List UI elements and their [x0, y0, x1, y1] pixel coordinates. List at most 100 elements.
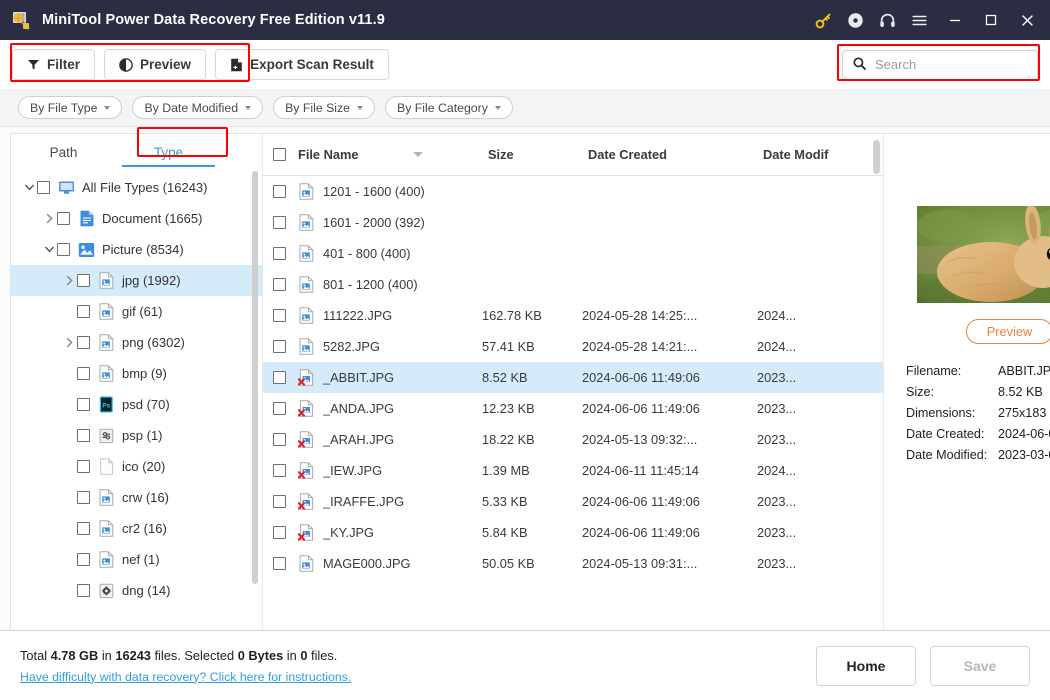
- tree-node-label: cr2 (16): [122, 521, 167, 536]
- tree-node-checkbox[interactable]: [77, 460, 90, 473]
- column-date-created[interactable]: Date Created: [588, 147, 763, 162]
- chevron-down-icon: [245, 105, 252, 110]
- tree-node-picture[interactable]: Picture (8534): [11, 234, 262, 265]
- row-checkbox[interactable]: [273, 464, 286, 477]
- row-checkbox[interactable]: [273, 557, 286, 570]
- psp-file-icon: [98, 427, 115, 444]
- column-date-modified[interactable]: Date Modif: [763, 147, 883, 162]
- filter-button-label: Filter: [47, 57, 81, 72]
- select-all-checkbox[interactable]: [273, 148, 286, 161]
- tab-path[interactable]: Path: [11, 145, 116, 167]
- hamburger-menu-icon[interactable]: [904, 5, 934, 35]
- tree-node-psp[interactable]: psp (1): [11, 420, 262, 451]
- tree-node-bmp[interactable]: bmp (9): [11, 358, 262, 389]
- preview-button[interactable]: Preview: [104, 49, 207, 80]
- table-row[interactable]: 1201 - 1600 (400): [263, 176, 883, 207]
- tree-node-jpg[interactable]: jpg (1992): [11, 265, 262, 296]
- table-row[interactable]: _KY.JPG 5.84 KB 2024-06-06 11:49:06 2023...: [263, 517, 883, 548]
- home-button[interactable]: Home: [816, 645, 916, 686]
- table-row[interactable]: 5282.JPG 57.41 KB 2024-05-28 14:21:... 2024…: [263, 331, 883, 362]
- row-checkbox[interactable]: [273, 402, 286, 415]
- row-checkbox[interactable]: [273, 340, 286, 353]
- tree-node-checkbox[interactable]: [77, 429, 90, 442]
- cell-date-created: 2024-05-28 14:21:...: [582, 339, 698, 354]
- table-row[interactable]: _ARAH.JPG 18.22 KB 2024-05-13 09:32:... 202…: [263, 424, 883, 455]
- tree-scrollbar[interactable]: [252, 171, 258, 584]
- preview-action-button[interactable]: Preview: [965, 319, 1050, 344]
- maximize-button[interactable]: [976, 5, 1006, 35]
- file-list-rows[interactable]: 1201 - 1600 (400) 1601 - 2000 (392) 401 - …: [263, 176, 883, 630]
- export-scan-result-button[interactable]: Export Scan Result: [215, 49, 389, 80]
- table-row[interactable]: _ANDA.JPG 12.23 KB 2024-06-06 11:49:06 2023…: [263, 393, 883, 424]
- disc-icon[interactable]: [840, 5, 870, 35]
- cell-date-created: 2024-06-06 11:49:06: [582, 401, 700, 416]
- row-checkbox[interactable]: [273, 371, 286, 384]
- tree-node-crw[interactable]: crw (16): [11, 482, 262, 513]
- chevron-down-icon[interactable]: [21, 182, 37, 193]
- tree-node-checkbox[interactable]: [77, 491, 90, 504]
- tree-node-checkbox[interactable]: [77, 553, 90, 566]
- tree-node-psd[interactable]: Ps psd (70): [11, 389, 262, 420]
- file-list-scrollbar[interactable]: [873, 140, 880, 174]
- headphone-icon[interactable]: [872, 5, 902, 35]
- row-checkbox[interactable]: [273, 526, 286, 539]
- row-checkbox[interactable]: [273, 495, 286, 508]
- tree-node-gif[interactable]: gif (61): [11, 296, 262, 327]
- tree-node-checkbox[interactable]: [77, 522, 90, 535]
- row-checkbox[interactable]: [273, 216, 286, 229]
- row-checkbox[interactable]: [273, 185, 286, 198]
- table-row[interactable]: MAGE000.JPG 50.05 KB 2024-05-13 09:31:... 2…: [263, 548, 883, 579]
- search-input[interactable]: Search: [842, 49, 1038, 80]
- chip-by-file-category[interactable]: By File Category: [385, 96, 513, 119]
- tree-node-checkbox[interactable]: [77, 305, 90, 318]
- rabbit-photo: [917, 206, 1050, 303]
- help-link[interactable]: Have difficulty with data recovery? Clic…: [20, 670, 351, 684]
- chevron-right-icon[interactable]: [61, 337, 77, 348]
- cell-file-name: 111222.JPG: [323, 308, 393, 323]
- preview-meta-value: 275x183: [998, 405, 1047, 420]
- table-row[interactable]: 801 - 1200 (400): [263, 269, 883, 300]
- table-row[interactable]: 111222.JPG 162.78 KB 2024-05-28 14:25:... 2…: [263, 300, 883, 331]
- table-row[interactable]: _IEW.JPG 1.39 MB 2024-06-11 11:45:14 2024..…: [263, 455, 883, 486]
- tree-node-checkbox[interactable]: [77, 584, 90, 597]
- tree-node-dng[interactable]: dng (14): [11, 575, 262, 606]
- tree-node-all[interactable]: All File Types (16243): [11, 172, 262, 203]
- tab-type[interactable]: Type: [116, 145, 221, 167]
- key-icon[interactable]: [808, 5, 838, 35]
- file-type-tree[interactable]: All File Types (16243) Document (1665) Pic…: [11, 167, 262, 630]
- deleted-image-file-icon: [298, 431, 314, 448]
- tree-node-checkbox[interactable]: [77, 336, 90, 349]
- column-size[interactable]: Size: [488, 147, 588, 162]
- tree-node-checkbox[interactable]: [57, 212, 70, 225]
- chip-by-date-modified[interactable]: By Date Modified: [132, 96, 264, 119]
- chip-by-file-size[interactable]: By File Size: [273, 96, 375, 119]
- row-checkbox[interactable]: [273, 278, 286, 291]
- chevron-down-icon[interactable]: [41, 244, 57, 255]
- tree-node-nef[interactable]: nef (1): [11, 544, 262, 575]
- tree-node-checkbox[interactable]: [57, 243, 70, 256]
- table-row[interactable]: 1601 - 2000 (392): [263, 207, 883, 238]
- chip-by-file-type[interactable]: By File Type: [18, 96, 123, 119]
- minimize-button[interactable]: [940, 5, 970, 35]
- tree-node-cr2[interactable]: cr2 (16): [11, 513, 262, 544]
- row-checkbox[interactable]: [273, 433, 286, 446]
- close-button[interactable]: [1012, 5, 1042, 35]
- chevron-right-icon[interactable]: [61, 275, 77, 286]
- table-row[interactable]: 401 - 800 (400): [263, 238, 883, 269]
- tree-node-png[interactable]: png (6302): [11, 327, 262, 358]
- tree-node-document[interactable]: Document (1665): [11, 203, 262, 234]
- table-row[interactable]: _ABBIT.JPG 8.52 KB 2024-06-06 11:49:06 2023…: [263, 362, 883, 393]
- tree-node-checkbox[interactable]: [77, 274, 90, 287]
- filter-button[interactable]: Filter: [12, 49, 96, 80]
- row-checkbox[interactable]: [273, 309, 286, 322]
- preview-meta-key: Dimensions:: [906, 405, 976, 420]
- chevron-right-icon[interactable]: [41, 213, 57, 224]
- row-checkbox[interactable]: [273, 247, 286, 260]
- table-row[interactable]: _IRAFFE.JPG 5.33 KB 2024-06-06 11:49:06 202…: [263, 486, 883, 517]
- tree-node-checkbox[interactable]: [77, 398, 90, 411]
- tree-node-ico[interactable]: ico (20): [11, 451, 262, 482]
- tree-node-checkbox[interactable]: [37, 181, 50, 194]
- column-file-name[interactable]: File Name: [298, 147, 488, 162]
- tab-path-label: Path: [49, 145, 78, 160]
- tree-node-checkbox[interactable]: [77, 367, 90, 380]
